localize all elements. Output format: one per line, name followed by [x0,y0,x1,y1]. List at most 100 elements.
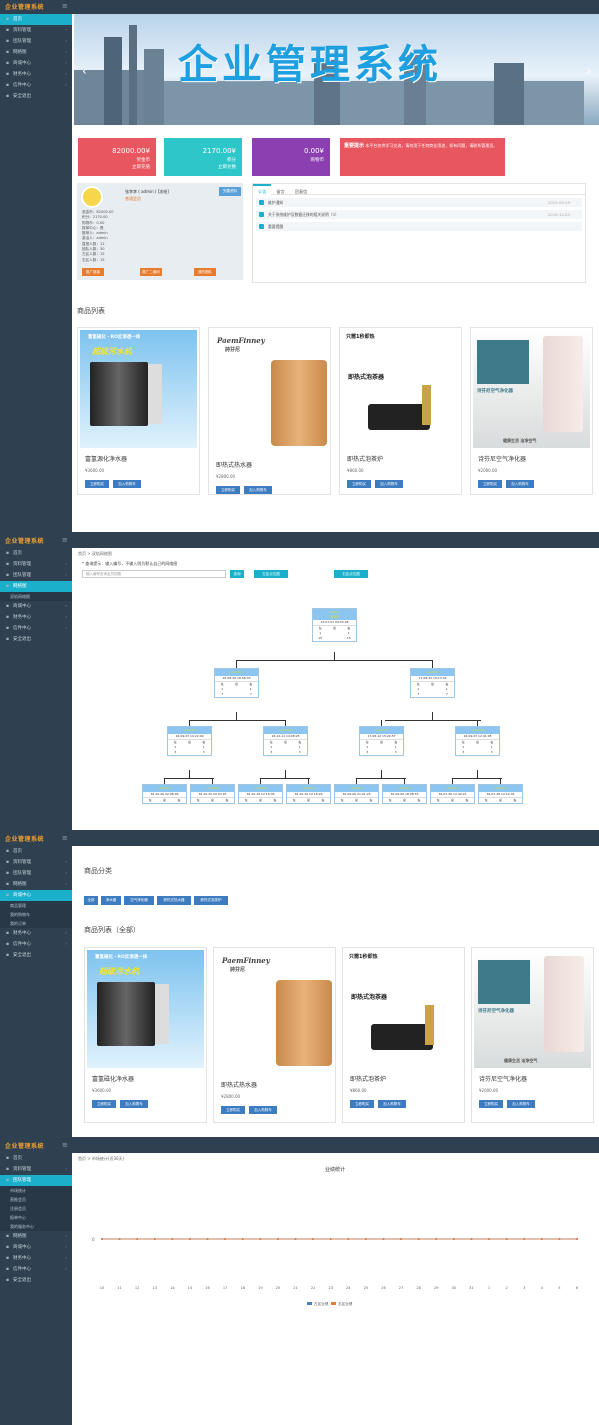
sidebar-item[interactable]: ▪ 安全退出 [0,91,72,102]
product-card[interactable]: 只需1秒即热 即热式泡茶器 即热式泡茶炉 ¥860.00 立即购买 加入购物车 [339,327,462,495]
stat-card[interactable]: 0.00¥ 购物币 [252,138,330,176]
buy-now-button[interactable]: 立即购买 [347,480,371,488]
announcement-item[interactable]: 重要提醒 [256,222,582,231]
edit-profile-button[interactable]: 完善资料 [219,187,241,196]
sidebar-item[interactable]: 我的订单 [0,919,72,928]
buy-now-button[interactable]: 立即购买 [85,480,109,488]
product-image[interactable]: 只需1秒即热 即热式泡茶器 [342,330,459,448]
sidebar-item[interactable]: ▪ 资料管理 › [0,25,72,36]
tree-node[interactable]: user002 17-08-22 15:13:42 左总右 1 1 7 7 [410,668,455,698]
tree-node[interactable]: user014 16-07-28 12:12:42 左总右 [478,784,523,804]
announcement-item[interactable]: 关于系统维护及数据迁移的相关说明（3） 2019-12-03 [256,210,582,219]
tree-node[interactable]: user010 16-10-19 12:18:29 左总右 [286,784,331,804]
sidebar-item[interactable]: ▪ 财务中心 › [0,1253,72,1264]
left-area-button[interactable]: 左区点位图 [254,570,288,578]
tree-node[interactable]: user004 18-12-11 14:08:25 左总右 1 1 3 3 [263,726,308,756]
category-button[interactable]: 全部 [84,896,98,905]
sidebar-item[interactable]: ▪ 商城中心 › [0,58,72,69]
sidebar-item[interactable]: ▪ 网络图 › [0,1231,72,1242]
banner-prev-icon[interactable]: ‹ [82,64,87,78]
menu-icon[interactable]: ≡ [62,834,68,842]
sidebar-item[interactable]: ▪ 安全退出 [0,950,72,961]
category-button[interactable]: 净水器 [101,896,121,905]
sidebar-item[interactable]: ▪ 首页 [0,14,72,25]
sidebar-item[interactable]: ▪ 信件中心 › [0,80,72,91]
product-image[interactable]: PaemFinney 詩芬尼 [211,330,328,448]
category-button[interactable]: 空气净化器 [124,896,154,905]
sidebar-item[interactable]: ▪ 团队管理 › [0,868,72,879]
menu-icon[interactable]: ≡ [62,1141,68,1149]
sidebar-item[interactable]: ▪ 首页 [0,548,72,559]
add-to-cart-button[interactable]: 加入购物车 [375,480,403,488]
product-image[interactable]: 只需1秒即热 即热式泡茶器 [345,950,462,1068]
profile-action-button[interactable]: 我的团队 [194,268,216,276]
add-to-cart-button[interactable]: 加入购物车 [506,480,534,488]
sidebar-item[interactable]: ▪ 财务中心 › [0,928,72,939]
buy-now-button[interactable]: 立即购买 [221,1106,245,1114]
product-image[interactable]: PaemFinney 詩芬尼 [216,950,333,1068]
tree-node[interactable]: user013 16-07-26 12:49:21 左总右 [430,784,475,804]
add-to-cart-button[interactable]: 加入购物车 [244,486,272,494]
sidebar-item[interactable]: ▪ 商城中心 › [0,890,72,901]
sidebar-item[interactable]: 商品管理 [0,901,72,910]
product-card[interactable]: PaemFinney 詩芬尼 即热式热水器 ¥2800.00 立即购买 加入购物车 [213,947,336,1123]
sidebar-item[interactable]: 市场统计 [0,1186,72,1195]
profile-action-button[interactable]: 推广二维码 [140,268,162,276]
sidebar-item[interactable]: ▪ 资料管理 › [0,559,72,570]
sidebar-item[interactable]: ▪ 安全退出 [0,634,72,645]
category-button[interactable]: 即热式泡茶炉 [194,896,228,905]
tree-node[interactable]: user011 16-09-06 21:01:23 左总右 [334,784,379,804]
announcement-item[interactable]: 维护通知 2019-09-09 [256,198,582,207]
sidebar-item[interactable]: ▪ 团队管理 › [0,570,72,581]
sidebar-item[interactable]: ▪ 网络图 › [0,581,72,592]
add-to-cart-button[interactable]: 加入购物车 [113,480,141,488]
sidebar-item[interactable]: ▪ 团队管理 › [0,1175,72,1186]
sidebar-item[interactable]: ▪ 信件中心 › [0,1264,72,1275]
sidebar-item[interactable]: ▪ 资料管理 › [0,1164,72,1175]
product-card[interactable]: 只需1秒即热 即热式泡茶器 即热式泡茶炉 ¥860.00 立即购买 加入购物车 [342,947,465,1123]
product-card[interactable]: 富氢磁化・RO反渗透一体 超级污水机 富氢源化净水器 ¥3600.00 立即购买 加入购物… [77,327,200,495]
sidebar-item[interactable]: 我的购物车 [0,910,72,919]
tree-node[interactable]: user001 16-08-20 16:58:33 左总右 1 1 7 7 [214,668,259,698]
tree-node[interactable]: user008 16-10-20 02:03:07 左总右 [190,784,235,804]
product-image[interactable]: 诗芬尼空气净化器 健康生活 洁净空气 [473,330,590,448]
sidebar-item[interactable]: 我的服务中心 [0,1222,72,1231]
sidebar-item[interactable]: ▪ 首页 [0,1153,72,1164]
banner-next-icon[interactable]: › [586,64,591,78]
sidebar-item[interactable]: 报单中心 [0,1213,72,1222]
legend-label[interactable]: 左区业绩 [314,1301,329,1306]
tab[interactable]: 回复信 [290,186,313,197]
sidebar-item[interactable]: ▪ 安全退出 [0,1275,72,1286]
tree-node[interactable]: user009 16-10-18 12:18:30 左总右 [238,784,283,804]
product-card[interactable]: PaemFinney 詩芬尼 即热式热水器 ¥2800.00 立即购买 加入购物车 [208,327,331,495]
sidebar-item[interactable]: ▪ 财务中心 › [0,69,72,80]
stat-card[interactable]: 2170.00¥ 积分 立即兑换 [164,138,242,176]
stat-card[interactable]: 82000.00¥ 奖金币 立即充值 [78,138,156,176]
add-to-cart-button[interactable]: 加入购物车 [507,1100,535,1108]
search-input[interactable]: 输入编号查询会员的图 [82,570,226,578]
tree-node[interactable]: user012 16-09-06 18:08:53 左总右 [382,784,427,804]
product-image[interactable]: 富氢磁化・RO反渗透一体 超级污水机 [80,330,197,448]
search-button[interactable]: 查询 [230,570,244,578]
tree-node[interactable]: user006 16-09-03 12:41:05 左总右 1 1 3 3 [455,726,500,756]
add-to-cart-button[interactable]: 加入购物车 [378,1100,406,1108]
sidebar-item[interactable]: ▪ 团队管理 › [0,36,72,47]
sidebar-item[interactable]: ▪ 信件中心 › [0,623,72,634]
add-to-cart-button[interactable]: 加入购物车 [120,1100,148,1108]
sidebar-item[interactable]: ▪ 商城中心 › [0,1242,72,1253]
right-area-button[interactable]: 右区点位图 [334,570,368,578]
buy-now-button[interactable]: 立即购买 [478,480,502,488]
tree-node[interactable]: admin 张李李 12-07-01 09:53:28 左总右 1 1 15 15 [312,608,357,642]
sidebar-item[interactable]: ▪ 资料管理 › [0,857,72,868]
buy-now-button[interactable]: 立即购买 [92,1100,116,1108]
product-image[interactable]: 诗芬尼空气净化器 健康生活 洁净空气 [474,950,591,1068]
sidebar-item[interactable]: ▪ 网络图 › [0,47,72,58]
buy-now-button[interactable]: 立即购买 [479,1100,503,1108]
sidebar-item[interactable]: ▪ 信件中心 › [0,939,72,950]
sidebar-item[interactable]: ▪ 商城中心 › [0,601,72,612]
product-card[interactable]: 富氢磁化・RO反渗透一体 超级污水机 富氢磁化净水器 ¥3600.00 立即购买 加入购物… [84,947,207,1123]
sidebar-item[interactable]: ▪ 首页 [0,846,72,857]
sidebar-item[interactable]: ▪ 网络图 › [0,879,72,890]
category-button[interactable]: 即热式热水器 [157,896,191,905]
tree-node[interactable]: user005 17-08-12 15:20:57 左总右 1 1 3 3 [359,726,404,756]
